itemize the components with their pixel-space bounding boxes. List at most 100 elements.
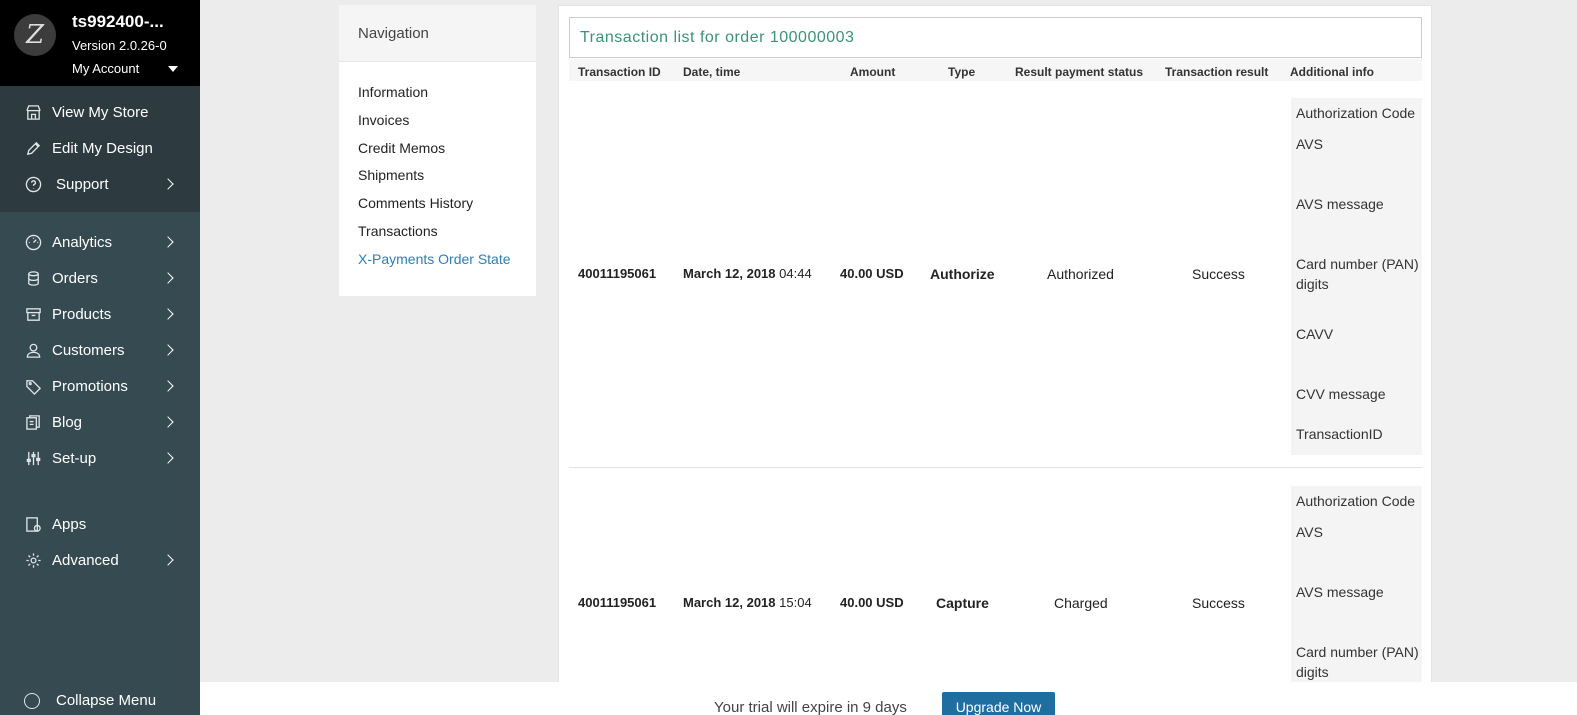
- user-icon: [24, 341, 42, 359]
- sidebar-item-blog[interactable]: Blog: [0, 404, 200, 440]
- info-label: CAVV: [1296, 326, 1334, 342]
- date: March 12, 2018: [683, 266, 776, 281]
- chevron-right-icon: [162, 236, 174, 248]
- sidebar-item-label: Promotions: [52, 377, 128, 395]
- info-label: TransactionID: [1296, 426, 1383, 442]
- box-icon: [24, 305, 42, 323]
- sidebar-item-label: Support: [56, 175, 109, 193]
- time: 15:04: [779, 595, 812, 610]
- column-header: Transaction result: [1165, 65, 1269, 79]
- chevron-right-icon: [162, 344, 174, 356]
- trial-message: Your trial will expire in 9 days: [714, 699, 907, 715]
- sidebar-item-label: Set-up: [52, 449, 97, 467]
- account-header: Z ts992400-... Version 2.0.26-0 My Accou…: [0, 0, 200, 86]
- gear-icon: [24, 551, 42, 569]
- sidebar-item-orders[interactable]: Orders: [0, 260, 200, 296]
- chevron-right-icon: [162, 380, 174, 392]
- apps-icon: [24, 515, 42, 533]
- amount: 40.00 USD: [840, 266, 904, 281]
- sidebar-item-label: Customers: [52, 341, 125, 359]
- info-label: Authorization Code: [1296, 493, 1416, 509]
- sidebar-item-label: Analytics: [52, 233, 113, 251]
- sidebar-item-support[interactable]: Support: [0, 166, 200, 202]
- chevron-right-icon: [162, 308, 174, 320]
- transaction-id: 40011195061: [578, 266, 657, 281]
- sidebar-item-analytics[interactable]: Analytics: [0, 224, 200, 260]
- order-navigation-panel: Navigation Information Invoices Credit M…: [339, 5, 536, 296]
- nav-link-credit-memos[interactable]: Credit Memos: [358, 140, 536, 168]
- sidebar-item-label: Edit My Design: [52, 139, 153, 157]
- column-header: Type: [948, 65, 976, 79]
- logo-letter: Z: [25, 20, 45, 50]
- info-label: Authorization Code: [1296, 105, 1416, 121]
- trial-bar: Your trial will expire in 9 days Upgrade…: [200, 682, 1577, 715]
- nav-link-shipments[interactable]: Shipments: [358, 167, 536, 195]
- sidebar-item-products[interactable]: Products: [0, 296, 200, 332]
- question-icon: [24, 175, 42, 193]
- column-header: Result payment status: [1015, 65, 1144, 79]
- sidebar-item-apps[interactable]: Apps: [0, 506, 200, 542]
- chevron-right-icon: [162, 272, 174, 284]
- amount: 40.00 USD: [840, 595, 904, 610]
- sidebar-item-customers[interactable]: Customers: [0, 332, 200, 368]
- nav-link-information[interactable]: Information: [358, 84, 536, 112]
- navigation-title: Navigation: [339, 5, 536, 62]
- store-name: ts992400-...: [72, 12, 164, 31]
- info-label: AVS: [1296, 524, 1323, 540]
- sidebar-item-label: Products: [52, 305, 112, 323]
- collapse-icon: [24, 692, 40, 709]
- transaction-result: Success: [1192, 595, 1245, 611]
- sidebar-item-label: Orders: [52, 269, 98, 287]
- nav-link-comments-history[interactable]: Comments History: [358, 195, 536, 223]
- collapse-label: Collapse Menu: [56, 692, 157, 709]
- sliders-icon: [24, 449, 42, 467]
- info-label: AVS message: [1296, 196, 1384, 212]
- sidebar-item-setup[interactable]: Set-up: [0, 440, 200, 476]
- column-header: Date, time: [683, 65, 741, 79]
- quick-links: View My Store Edit My Design Support: [0, 86, 200, 212]
- upgrade-now-button[interactable]: Upgrade Now: [942, 692, 1055, 715]
- nav-link-transactions[interactable]: Transactions: [358, 223, 536, 251]
- column-header: Additional info: [1290, 65, 1374, 79]
- gauge-icon: [24, 233, 42, 251]
- sidebar-item-label: Blog: [52, 413, 83, 431]
- sidebar-item-label: Apps: [52, 515, 87, 533]
- transaction-panel: Transaction list for order 100000003 Tra…: [558, 5, 1432, 709]
- table-row: 40011195061 March 12, 2018 15:04 40.00 U…: [569, 469, 1422, 709]
- sidebar-item-promotions[interactable]: Promotions: [0, 368, 200, 404]
- tag-icon: [24, 377, 42, 395]
- sidebar: Z ts992400-... Version 2.0.26-0 My Accou…: [0, 0, 200, 715]
- collapse-menu-button[interactable]: Collapse Menu: [24, 692, 156, 709]
- pages-icon: [24, 413, 42, 431]
- table-row: 40011195061 March 12, 2018 04:44 40.00 U…: [569, 81, 1422, 468]
- info-label: AVS: [1296, 136, 1323, 152]
- nav-link-invoices[interactable]: Invoices: [358, 112, 536, 140]
- payment-status: Authorized: [1047, 266, 1114, 282]
- sidebar-item-advanced[interactable]: Advanced: [0, 542, 200, 578]
- main-menu: Analytics Orders Products Customers Prom…: [0, 212, 200, 578]
- info-label: Card number (PAN) last 4: [1296, 256, 1422, 272]
- chevron-right-icon: [162, 554, 174, 566]
- info-label: CVV message: [1296, 386, 1386, 402]
- my-account-menu[interactable]: My Account: [72, 61, 178, 76]
- transaction-datetime: March 12, 2018 15:04: [683, 595, 812, 610]
- payment-status: Charged: [1054, 595, 1108, 611]
- column-header: Amount: [850, 65, 896, 79]
- transaction-type: Capture: [936, 595, 989, 611]
- additional-info: Authorization Code AVS AVS message Card …: [1291, 98, 1422, 455]
- my-account-label: My Account: [72, 61, 140, 76]
- store-icon: [24, 103, 42, 121]
- chevron-right-icon: [162, 416, 174, 428]
- logo[interactable]: Z: [14, 14, 56, 56]
- info-label: digits: [1296, 664, 1329, 680]
- column-header: Transaction ID: [578, 65, 661, 79]
- caret-down-icon: [168, 65, 178, 72]
- transaction-datetime: March 12, 2018 04:44: [683, 266, 812, 281]
- transaction-type: Authorize: [930, 266, 995, 282]
- nav-link-xpayments-order-state[interactable]: X-Payments Order State: [358, 251, 536, 279]
- sidebar-item-view-my-store[interactable]: View My Store: [0, 94, 200, 130]
- sidebar-item-edit-my-design[interactable]: Edit My Design: [0, 130, 200, 166]
- version-label: Version 2.0.26-0: [72, 38, 167, 53]
- transaction-result: Success: [1192, 266, 1245, 282]
- transaction-id: 40011195061: [578, 595, 657, 610]
